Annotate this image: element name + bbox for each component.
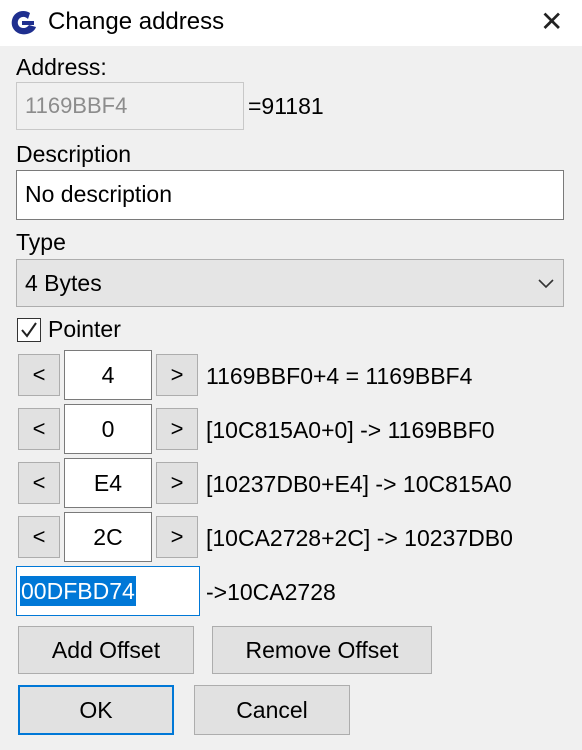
offset-3-increase-button[interactable]: > bbox=[156, 462, 198, 504]
offset-3-field[interactable]: E4 bbox=[64, 458, 152, 508]
offset-2-field[interactable]: 0 bbox=[64, 404, 152, 454]
offset-3-decrease-button[interactable]: < bbox=[18, 462, 60, 504]
address-field[interactable]: 1169BBF4 bbox=[16, 82, 244, 130]
cancel-button[interactable]: Cancel bbox=[194, 685, 350, 735]
remove-offset-button[interactable]: Remove Offset bbox=[212, 626, 432, 674]
check-icon bbox=[21, 322, 37, 338]
type-select[interactable]: 4 Bytes bbox=[16, 259, 564, 307]
cheat-engine-icon bbox=[11, 11, 37, 35]
address-resolved-value: =91181 bbox=[248, 93, 324, 119]
offset-1-field[interactable]: 4 bbox=[64, 350, 152, 400]
window-title: Change address bbox=[48, 8, 225, 35]
base-address-selected-text: 00DFBD74 bbox=[20, 576, 136, 606]
chevron-down-icon bbox=[538, 279, 554, 289]
base-address-field[interactable]: 00DFBD74 bbox=[16, 566, 200, 616]
title-bar: Change address ✕ bbox=[0, 0, 582, 46]
offset-4-increase-button[interactable]: > bbox=[156, 516, 198, 558]
offset-2-expression: [10C815A0+0] -> 1169BBF0 bbox=[206, 417, 495, 443]
type-selected-value: 4 Bytes bbox=[25, 270, 102, 296]
offset-4-decrease-button[interactable]: < bbox=[18, 516, 60, 558]
offset-3-expression: [10237DB0+E4] -> 10C815A0 bbox=[206, 471, 512, 497]
close-button[interactable]: ✕ bbox=[526, 0, 582, 46]
add-offset-button[interactable]: Add Offset bbox=[18, 626, 194, 674]
type-label: Type bbox=[16, 229, 66, 255]
base-address-result: ->10CA2728 bbox=[206, 579, 336, 605]
offset-4-field[interactable]: 2C bbox=[64, 512, 152, 562]
offset-1-expression: 1169BBF0+4 = 1169BBF4 bbox=[206, 363, 473, 389]
offset-2-increase-button[interactable]: > bbox=[156, 408, 198, 450]
address-label: Address: bbox=[16, 54, 107, 80]
description-field[interactable]: No description bbox=[16, 170, 564, 220]
offset-1-increase-button[interactable]: > bbox=[156, 354, 198, 396]
offset-2-decrease-button[interactable]: < bbox=[18, 408, 60, 450]
pointer-checkbox[interactable] bbox=[17, 318, 41, 342]
close-icon: ✕ bbox=[540, 6, 564, 37]
offset-1-decrease-button[interactable]: < bbox=[18, 354, 60, 396]
pointer-label: Pointer bbox=[48, 316, 121, 342]
ok-button[interactable]: OK bbox=[18, 685, 174, 735]
description-label: Description bbox=[16, 141, 132, 167]
offset-4-expression: [10CA2728+2C] -> 10237DB0 bbox=[206, 525, 513, 551]
